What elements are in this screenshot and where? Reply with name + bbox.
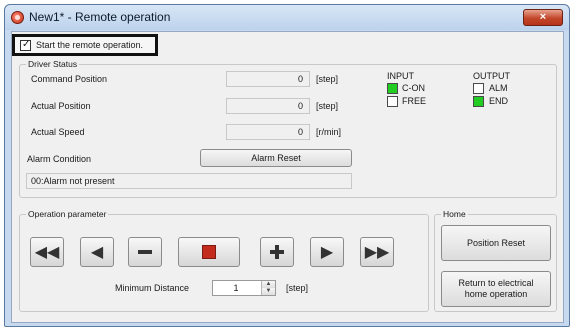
home-group: Home Position Reset Return to electrical… — [434, 209, 557, 312]
return-home-button[interactable]: Return to electrical home operation — [441, 271, 551, 307]
plus-button[interactable] — [260, 237, 294, 267]
stop-icon — [202, 245, 216, 259]
command-position-value: 0 — [226, 71, 310, 87]
driver-status-group: Driver Status Command Position 0 [step] … — [19, 59, 557, 198]
driver-status-title: Driver Status — [26, 59, 80, 69]
forward-icon: ▶ — [320, 242, 334, 261]
fast-reverse-button[interactable]: ◀◀ — [30, 237, 64, 267]
alarm-message: 00:Alarm not present — [26, 173, 352, 189]
operation-parameter-group: Operation parameter ◀◀ ◀ ▶ ▶▶ Minimum Di… — [19, 209, 429, 312]
actual-speed-label: Actual Speed — [31, 127, 85, 137]
spin-up-icon[interactable]: ▲ — [262, 281, 275, 288]
fast-forward-button[interactable]: ▶▶ — [360, 237, 394, 267]
input-free-led — [387, 96, 398, 107]
remote-operation-window: New1* - Remote operation × Start the rem… — [4, 4, 570, 327]
actual-position-label: Actual Position — [31, 101, 91, 111]
output-end-label: END — [489, 96, 509, 106]
input-c-on-label: C-ON — [402, 83, 425, 93]
reverse-button[interactable]: ◀ — [80, 237, 114, 267]
forward-button[interactable]: ▶ — [310, 237, 344, 267]
spinner-arrows[interactable]: ▲ ▼ — [261, 281, 275, 295]
start-remote-operation-option[interactable]: Start the remote operation. — [12, 34, 158, 56]
window-client-area: Start the remote operation. Driver Statu… — [11, 31, 564, 323]
output-title: OUTPUT — [473, 71, 510, 81]
title-bar: New1* - Remote operation × — [5, 5, 569, 30]
reverse-icon: ◀ — [90, 242, 104, 261]
minimum-distance-spinner[interactable]: 1 ▲ ▼ — [212, 280, 276, 296]
spin-down-icon[interactable]: ▼ — [262, 288, 275, 295]
window-title: New1* - Remote operation — [29, 10, 171, 24]
alarm-reset-button[interactable]: Alarm Reset — [200, 149, 352, 167]
actual-position-unit: [step] — [316, 101, 339, 111]
minus-button[interactable] — [128, 237, 162, 267]
input-free-label: FREE — [402, 96, 427, 106]
minimum-distance-label: Minimum Distance — [115, 283, 190, 293]
plus-icon — [270, 245, 284, 259]
actual-position-value: 0 — [226, 98, 310, 114]
app-icon — [11, 11, 24, 24]
fast-reverse-icon: ◀◀ — [34, 242, 60, 261]
output-alm-led — [473, 83, 484, 94]
operation-parameter-title: Operation parameter — [26, 209, 109, 219]
command-position-unit: [step] — [316, 74, 339, 84]
close-button[interactable]: × — [523, 9, 563, 26]
alarm-condition-label: Alarm Condition — [27, 154, 92, 164]
output-alm-label: ALM — [489, 83, 508, 93]
output-end-led — [473, 96, 484, 107]
actual-speed-value: 0 — [226, 124, 310, 140]
home-title: Home — [441, 209, 468, 219]
actual-speed-unit: [r/min] — [316, 127, 342, 137]
minimum-distance-input[interactable]: 1 — [213, 281, 259, 295]
start-remote-operation-checkbox[interactable] — [20, 39, 31, 51]
close-icon: × — [539, 11, 547, 23]
fast-forward-icon: ▶▶ — [364, 242, 390, 261]
minimum-distance-unit: [step] — [286, 283, 309, 293]
command-position-label: Command Position — [31, 74, 108, 84]
input-title: INPUT — [387, 71, 414, 81]
start-remote-operation-label: Start the remote operation. — [36, 40, 144, 50]
minus-icon — [138, 250, 152, 254]
stop-button[interactable] — [178, 237, 240, 267]
position-reset-button[interactable]: Position Reset — [441, 225, 551, 261]
input-c-on-led — [387, 83, 398, 94]
